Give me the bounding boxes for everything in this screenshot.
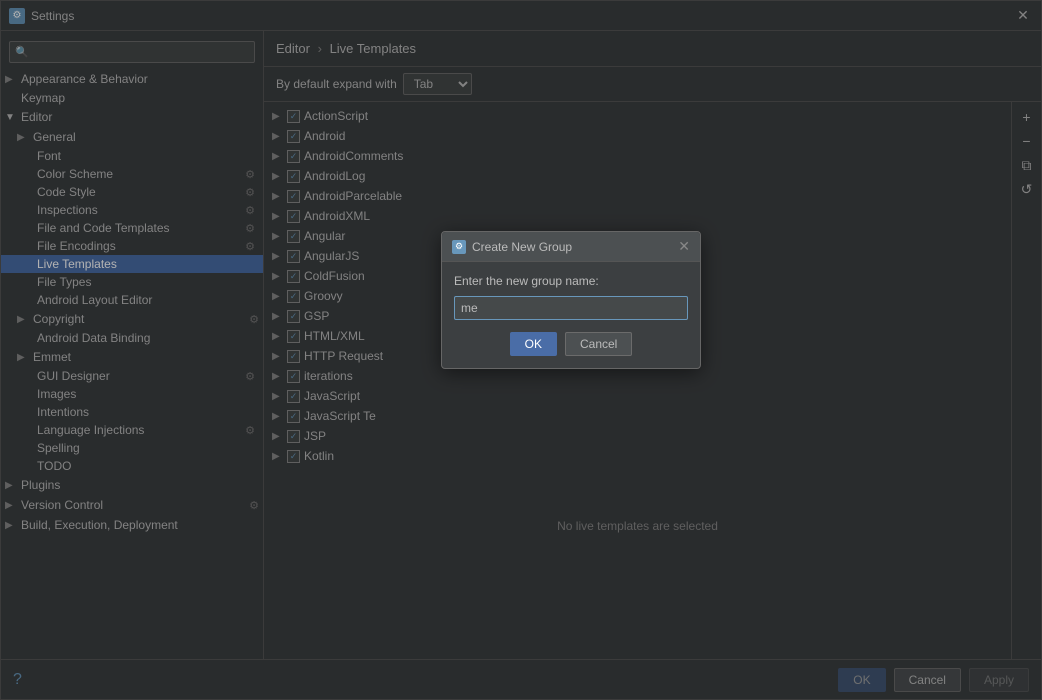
group-name-input[interactable] — [454, 296, 688, 320]
modal-ok-button[interactable]: OK — [510, 332, 557, 356]
modal-cancel-button[interactable]: Cancel — [565, 332, 632, 356]
modal-buttons: OK Cancel — [454, 332, 688, 356]
modal-icon: ⚙ — [452, 240, 466, 254]
modal-body: Enter the new group name: OK Cancel — [442, 262, 700, 368]
modal-close-button[interactable]: ✕ — [678, 238, 690, 255]
modal-title: Create New Group — [472, 240, 678, 254]
modal-overlay[interactable]: ⚙ Create New Group ✕ Enter the new group… — [0, 0, 1042, 700]
create-new-group-dialog: ⚙ Create New Group ✕ Enter the new group… — [441, 231, 701, 369]
modal-title-bar: ⚙ Create New Group ✕ — [442, 232, 700, 262]
modal-label: Enter the new group name: — [454, 274, 688, 288]
